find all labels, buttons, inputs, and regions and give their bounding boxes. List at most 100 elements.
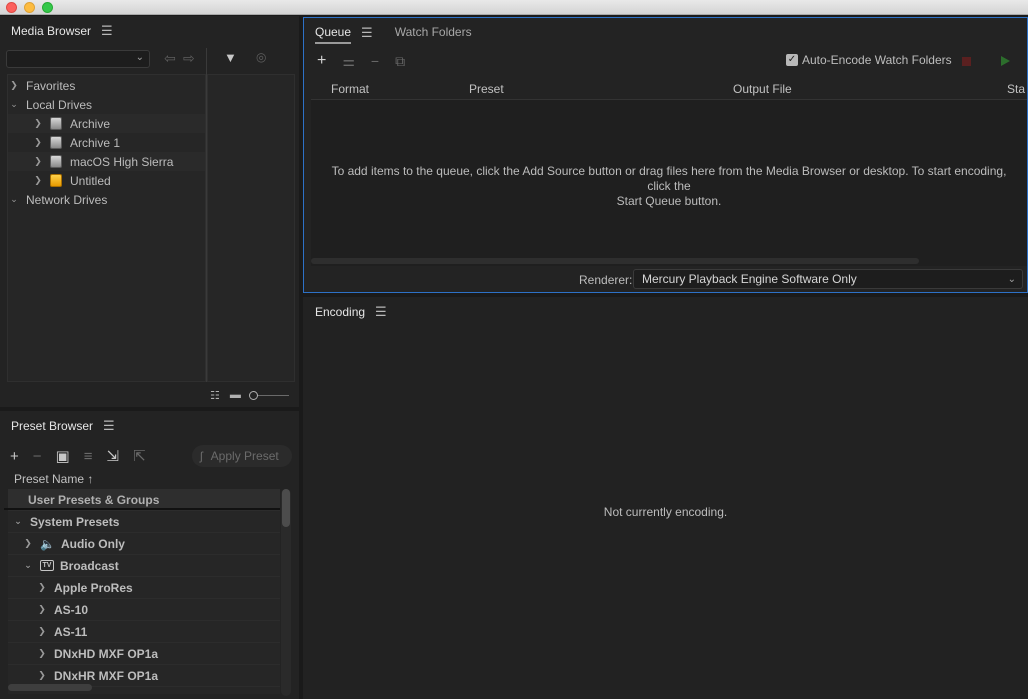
chevron-right-icon[interactable]: ❯ bbox=[32, 175, 44, 186]
chevron-right-icon[interactable]: ❯ bbox=[36, 670, 48, 681]
queue-menu-icon[interactable]: ☰ bbox=[361, 25, 373, 44]
queue-empty-message-line: To add items to the queue, click the Add… bbox=[331, 164, 1007, 193]
queue-panel: Queue ☰ Watch Folders + ⚌ − ⧉ ✓ Auto-Enc… bbox=[303, 17, 1028, 293]
chevron-right-icon[interactable]: ❯ bbox=[36, 604, 48, 615]
chevron-right-icon[interactable]: ❯ bbox=[36, 582, 48, 593]
tree-item-archive-1[interactable]: ❯ Archive 1 bbox=[8, 133, 205, 152]
auto-encode-label: Auto-Encode Watch Folders bbox=[802, 53, 952, 67]
chevron-right-icon[interactable]: ❯ bbox=[32, 156, 44, 167]
encoding-menu-icon[interactable]: ☰ bbox=[375, 304, 387, 320]
chevron-right-icon[interactable]: ❯ bbox=[32, 137, 44, 148]
chevron-down-icon[interactable]: ⌄ bbox=[8, 99, 20, 110]
chevron-right-icon[interactable]: ❯ bbox=[32, 118, 44, 129]
import-preset-icon[interactable]: ⇲ bbox=[106, 447, 119, 465]
preset-name-column-header[interactable]: Preset Name ↑ bbox=[14, 472, 93, 486]
preset-list: User Presets & Groups ⌄ System Presets ❯… bbox=[8, 489, 280, 694]
auto-encode-watch-folders[interactable]: ✓ Auto-Encode Watch Folders bbox=[786, 53, 952, 67]
column-header-status[interactable]: Sta bbox=[1007, 82, 1025, 96]
tree-item-label: Local Drives bbox=[26, 97, 93, 112]
chevron-right-icon[interactable]: ❯ bbox=[22, 538, 34, 549]
encoding-header: Encoding ☰ bbox=[303, 297, 1028, 327]
queue-list-area[interactable]: To add items to the queue, click the Add… bbox=[311, 99, 1027, 266]
list-item-dnxhd[interactable]: ❯ DNxHD MXF OP1a bbox=[8, 643, 280, 665]
add-preset-icon[interactable]: + bbox=[10, 448, 19, 465]
chevron-down-icon[interactable]: ⌄ bbox=[8, 194, 20, 205]
tree-item-local-drives[interactable]: ⌄ Local Drives bbox=[8, 95, 205, 114]
tree-item-macos-high-sierra[interactable]: ❯ macOS High Sierra bbox=[8, 152, 205, 171]
filter-icon[interactable]: ▼ bbox=[224, 50, 237, 65]
chevron-down-icon[interactable]: ⌄ bbox=[22, 560, 34, 571]
media-browser-menu-icon[interactable]: ☰ bbox=[101, 23, 113, 39]
preset-browser-menu-icon[interactable]: ☰ bbox=[103, 418, 115, 434]
renderer-dropdown[interactable]: Mercury Playback Engine Software Only ⌄ bbox=[633, 269, 1023, 289]
chevron-down-icon: ⌄ bbox=[1007, 274, 1016, 285]
list-item-label: DNxHR MXF OP1a bbox=[54, 668, 159, 683]
remove-preset-icon[interactable]: − bbox=[33, 448, 42, 465]
list-item-broadcast[interactable]: ⌄ TV Broadcast bbox=[8, 555, 280, 577]
preset-browser-panel: Preset Browser ☰ + − ▣ ≡ ⇲ ⇱ ʃ Apply Pre… bbox=[0, 411, 299, 699]
column-header-format[interactable]: Format bbox=[331, 82, 369, 96]
preset-settings-icon[interactable]: ≡ bbox=[84, 448, 93, 465]
horizontal-scrollbar[interactable] bbox=[311, 258, 919, 264]
duplicate-icon[interactable]: ⧉ bbox=[395, 53, 405, 70]
media-browser-location-dropdown[interactable]: ⌄ bbox=[6, 50, 150, 68]
chevron-right-icon[interactable]: ❯ bbox=[36, 626, 48, 637]
tree-item-label: macOS High Sierra bbox=[70, 154, 174, 169]
thumbnail-view-icon[interactable]: ▬ bbox=[230, 389, 241, 401]
media-browser-title: Media Browser bbox=[11, 24, 92, 38]
tab-watch-folders[interactable]: Watch Folders bbox=[395, 25, 472, 44]
zoom-slider-knob[interactable] bbox=[248, 390, 258, 400]
tree-item-label: Archive bbox=[70, 116, 111, 131]
close-window-button[interactable] bbox=[6, 2, 17, 13]
scrollbar-thumb[interactable] bbox=[282, 489, 290, 527]
renderer-value: Mercury Playback Engine Software Only bbox=[642, 272, 857, 286]
tree-item-favorites[interactable]: ❯ Favorites bbox=[8, 76, 205, 95]
list-item-audio-only[interactable]: ❯ 🔈 Audio Only bbox=[8, 533, 280, 555]
tree-item-label: Untitled bbox=[70, 173, 111, 188]
chevron-down-icon[interactable]: ⌄ bbox=[12, 516, 24, 527]
vertical-scrollbar[interactable] bbox=[281, 489, 291, 696]
tree-item-untitled[interactable]: ❯ Untitled bbox=[8, 171, 205, 190]
queue-toolbar: + ⚌ − ⧉ bbox=[317, 52, 405, 70]
view-icon[interactable]: ◎ bbox=[256, 50, 266, 64]
maximize-window-button[interactable] bbox=[42, 2, 53, 13]
tree-item-network-drives[interactable]: ⌄ Network Drives bbox=[8, 190, 205, 209]
tree-item-archive[interactable]: ❯ Archive bbox=[8, 114, 205, 133]
scrollbar-thumb[interactable] bbox=[8, 684, 92, 691]
hard-drive-icon bbox=[50, 155, 62, 168]
media-browser-content-area[interactable] bbox=[207, 74, 295, 382]
chevron-right-icon[interactable]: ❯ bbox=[8, 80, 20, 91]
minimize-window-button[interactable] bbox=[24, 2, 35, 13]
list-item-label: System Presets bbox=[30, 514, 120, 529]
hard-drive-icon bbox=[50, 117, 62, 130]
list-item-system-presets[interactable]: ⌄ System Presets bbox=[8, 511, 280, 533]
column-header-output-file[interactable]: Output File bbox=[733, 82, 792, 96]
settings-sliders-icon[interactable]: ⚌ bbox=[342, 53, 355, 70]
stop-queue-button[interactable] bbox=[962, 57, 971, 66]
add-source-icon[interactable]: + bbox=[317, 52, 326, 70]
list-item-as-10[interactable]: ❯ AS-10 bbox=[8, 599, 280, 621]
chevron-right-icon[interactable]: ❯ bbox=[36, 648, 48, 659]
encoding-title: Encoding bbox=[315, 305, 366, 319]
list-item-apple-prores[interactable]: ❯ Apple ProRes bbox=[8, 577, 280, 599]
zoom-slider[interactable] bbox=[248, 390, 289, 400]
apply-preset-button[interactable]: ʃ Apply Preset bbox=[192, 445, 292, 467]
horizontal-scrollbar[interactable] bbox=[8, 684, 280, 693]
new-group-icon[interactable]: ▣ bbox=[56, 447, 70, 465]
queue-empty-message-line: Start Queue button. bbox=[616, 194, 722, 208]
list-item-as-11[interactable]: ❯ AS-11 bbox=[8, 621, 280, 643]
usb-drive-icon bbox=[50, 174, 62, 187]
list-item-label: Broadcast bbox=[60, 558, 119, 573]
media-browser-header: Media Browser ☰ bbox=[0, 16, 299, 46]
list-view-icon[interactable]: ☷ bbox=[210, 389, 220, 402]
start-queue-button[interactable] bbox=[1001, 56, 1010, 66]
column-header-preset[interactable]: Preset bbox=[469, 82, 504, 96]
media-browser-tree: ❯ Favorites ⌄ Local Drives ❯ Archive ❯ A… bbox=[7, 74, 206, 382]
export-preset-icon[interactable]: ⇱ bbox=[133, 447, 146, 465]
preset-browser-toolbar: + − ▣ ≡ ⇲ ⇱ bbox=[10, 445, 146, 467]
auto-encode-checkbox[interactable]: ✓ bbox=[786, 54, 798, 66]
back-arrow-icon[interactable]: ⇦ bbox=[164, 50, 176, 67]
tab-queue[interactable]: Queue bbox=[315, 25, 352, 44]
remove-icon[interactable]: − bbox=[371, 53, 379, 69]
forward-arrow-icon[interactable]: ⇨ bbox=[183, 50, 195, 67]
